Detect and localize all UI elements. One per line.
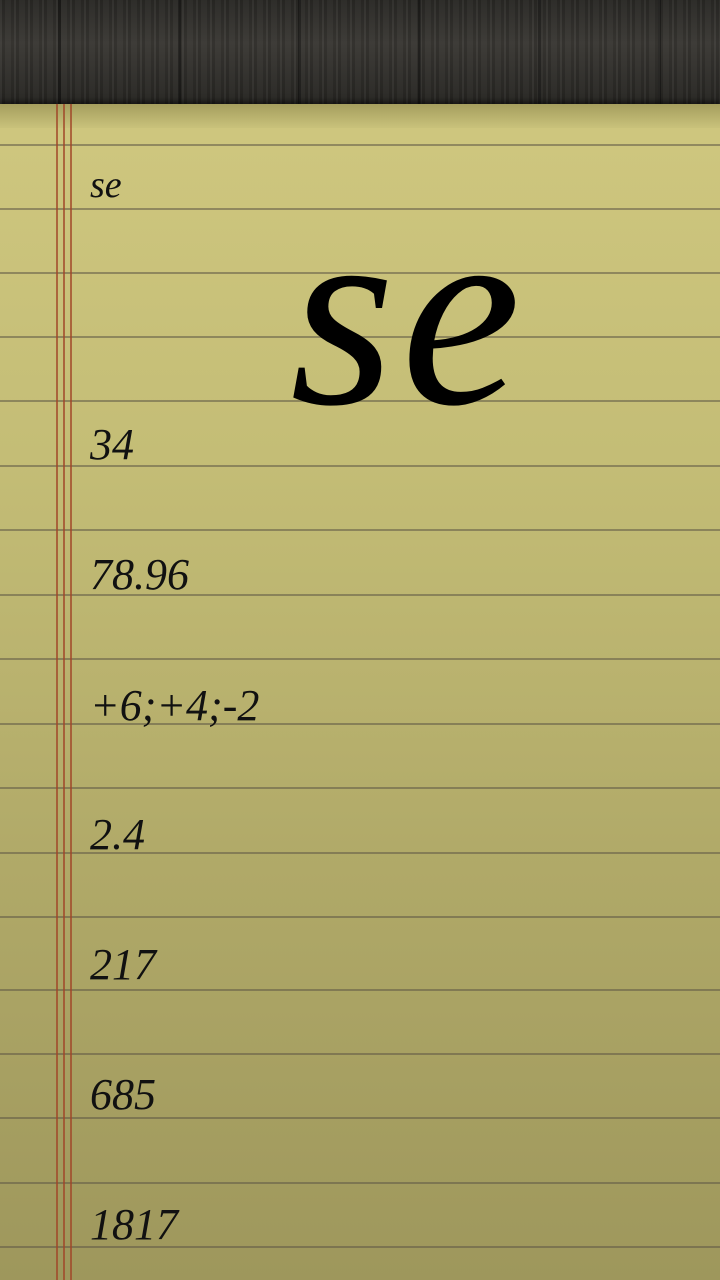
note-line: 685 [90,1070,156,1119]
note-line: 34 [90,420,134,469]
note-line: +6;+4;-2 [90,681,260,730]
note-line: 78.96 [90,550,189,599]
ruled-line [0,1053,720,1055]
ruled-line [0,1182,720,1184]
ruled-line [0,658,720,660]
ruled-line [0,916,720,918]
margin-line [70,104,72,1280]
ruled-line [0,989,720,991]
ruled-line [0,529,720,531]
paper-binding-edge [0,104,720,128]
note-title-line: se [90,164,122,206]
wood-desk-header [0,0,720,108]
large-display-word: se [290,163,527,462]
margin-line [56,104,58,1280]
note-line: 2.4 [90,810,145,859]
ruled-line [0,787,720,789]
margin-line [63,104,65,1280]
ruled-line [0,144,720,146]
note-line: 1817 [90,1200,178,1249]
note-line: 217 [90,940,156,989]
